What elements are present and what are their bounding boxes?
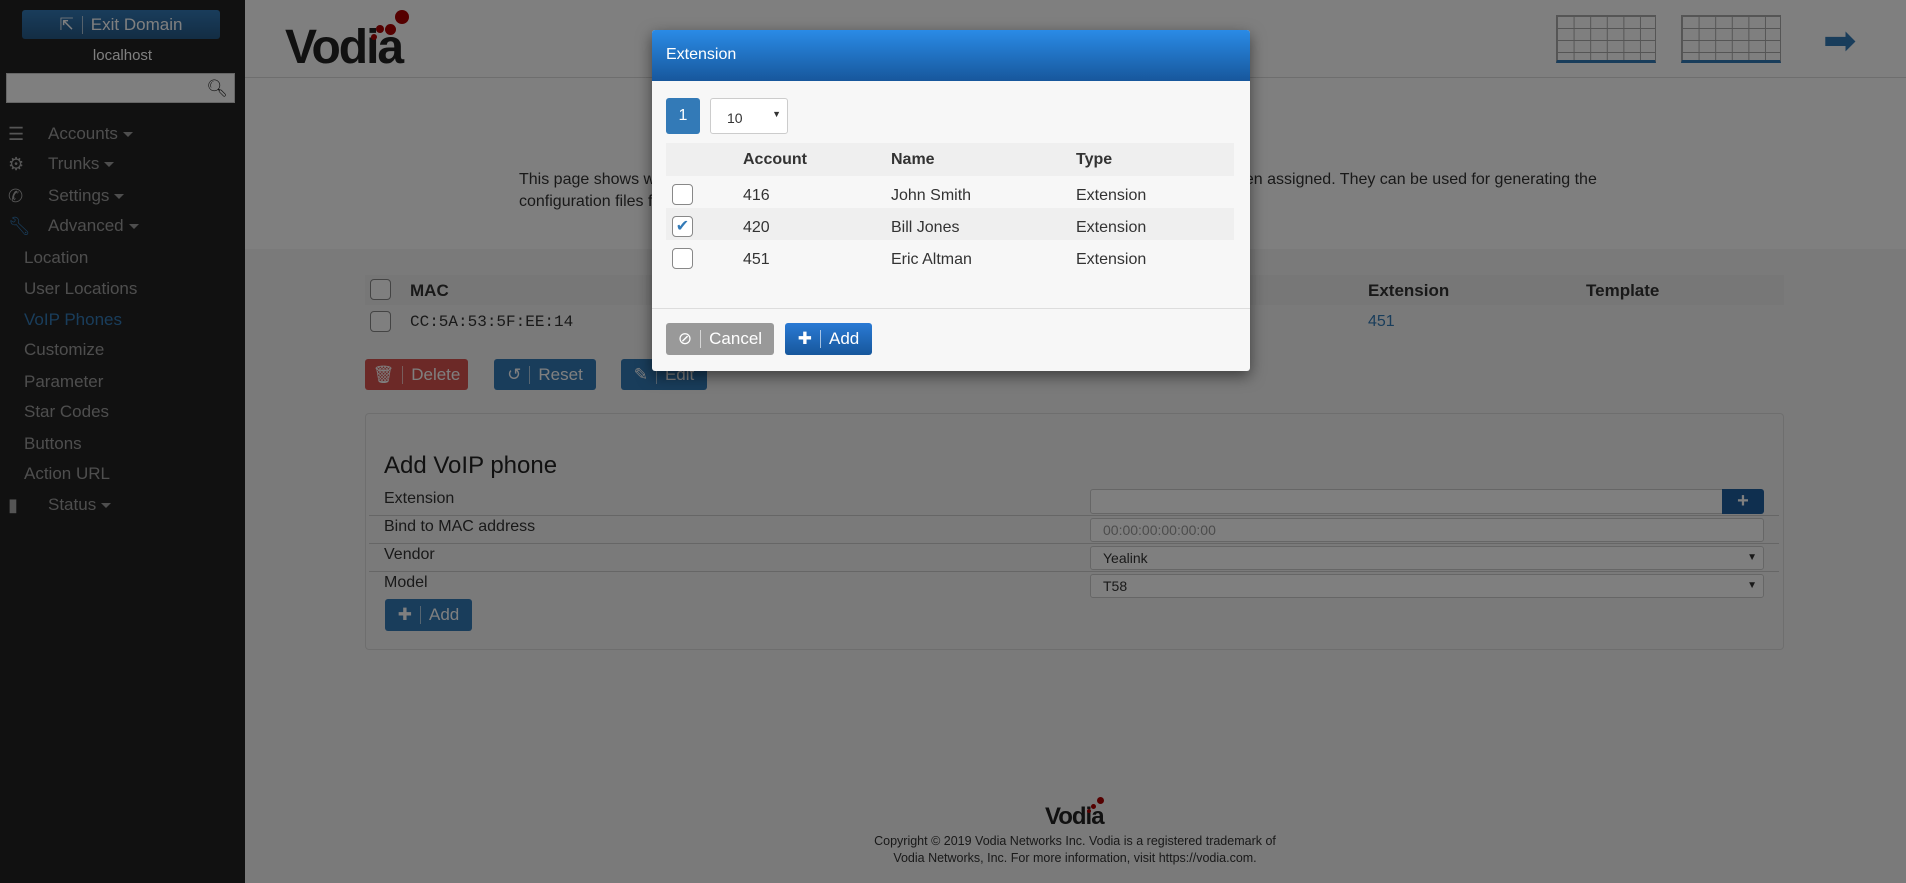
account-cell: 420	[743, 219, 770, 236]
account-cell: 416	[743, 187, 770, 204]
row-checkbox[interactable]	[672, 184, 693, 205]
name-cell: John Smith	[891, 187, 972, 204]
modal-add-button[interactable]: ✚ Add	[785, 323, 872, 355]
column-header-type[interactable]: Type	[1076, 151, 1112, 169]
column-header-name[interactable]: Name	[891, 151, 935, 169]
row-checkbox[interactable]	[672, 248, 693, 269]
account-cell: 451	[743, 251, 770, 268]
ban-icon: ⊘	[677, 329, 693, 348]
type-cell: Extension	[1076, 219, 1147, 236]
row-checkbox[interactable]: ✔	[672, 216, 693, 237]
dropdown-arrow-icon: ▼	[772, 109, 781, 119]
cancel-button[interactable]: ⊘ Cancel	[666, 323, 774, 355]
name-cell: Bill Jones	[891, 219, 960, 236]
type-cell: Extension	[1076, 187, 1147, 204]
name-cell: Eric Altman	[891, 251, 972, 268]
pagination-page-1[interactable]: 1	[666, 98, 700, 134]
page-size-select[interactable]: 10 ▼	[710, 98, 788, 134]
column-header-account[interactable]: Account	[743, 151, 807, 169]
type-cell: Extension	[1076, 251, 1147, 268]
modal-footer-divider	[652, 308, 1250, 309]
extension-modal: Extension 1 10 ▼ Account Name Type 416 Joh…	[652, 30, 1250, 371]
plus-icon: ✚	[797, 329, 812, 348]
modal-title: Extension	[652, 30, 1250, 81]
